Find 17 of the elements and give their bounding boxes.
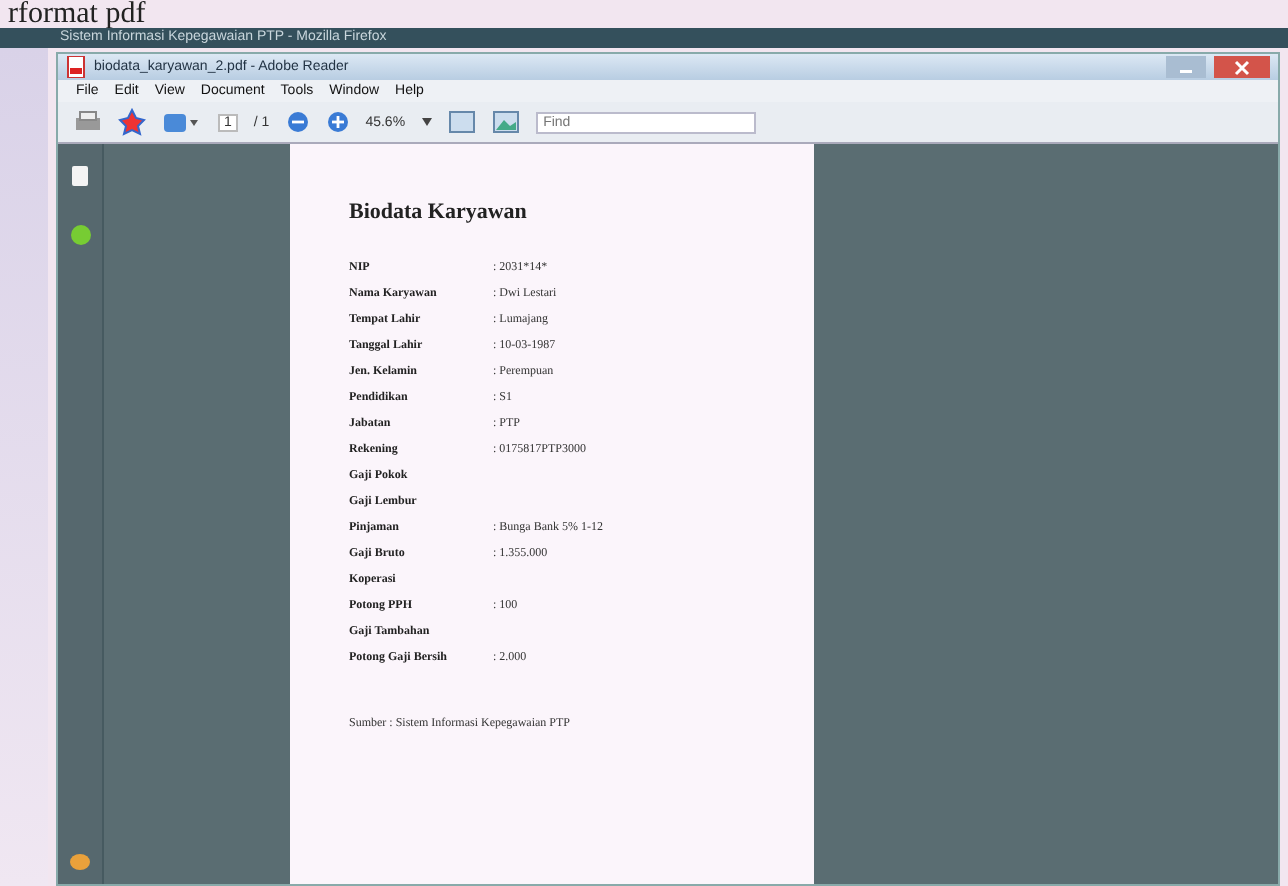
pdf-icon (66, 56, 86, 78)
page-icon[interactable] (70, 164, 90, 188)
share-icon[interactable] (162, 108, 202, 136)
close-icon (1234, 59, 1250, 75)
zoom-out-icon[interactable] (285, 110, 310, 134)
attachment-icon[interactable] (69, 224, 91, 246)
print-icon[interactable] (74, 110, 102, 134)
image-icon[interactable] (491, 110, 520, 134)
star-icon[interactable] (118, 108, 146, 136)
zoom-in-icon[interactable] (325, 110, 350, 134)
book-text: rformat pdf (8, 0, 146, 28)
comment-icon[interactable] (68, 852, 92, 872)
minimize-button[interactable] (1166, 56, 1206, 78)
fit-page-icon[interactable] (447, 110, 476, 134)
document-title: Biodata Karyawan (349, 200, 529, 224)
close-button[interactable] (1214, 56, 1270, 78)
caret-icon[interactable] (421, 118, 432, 126)
